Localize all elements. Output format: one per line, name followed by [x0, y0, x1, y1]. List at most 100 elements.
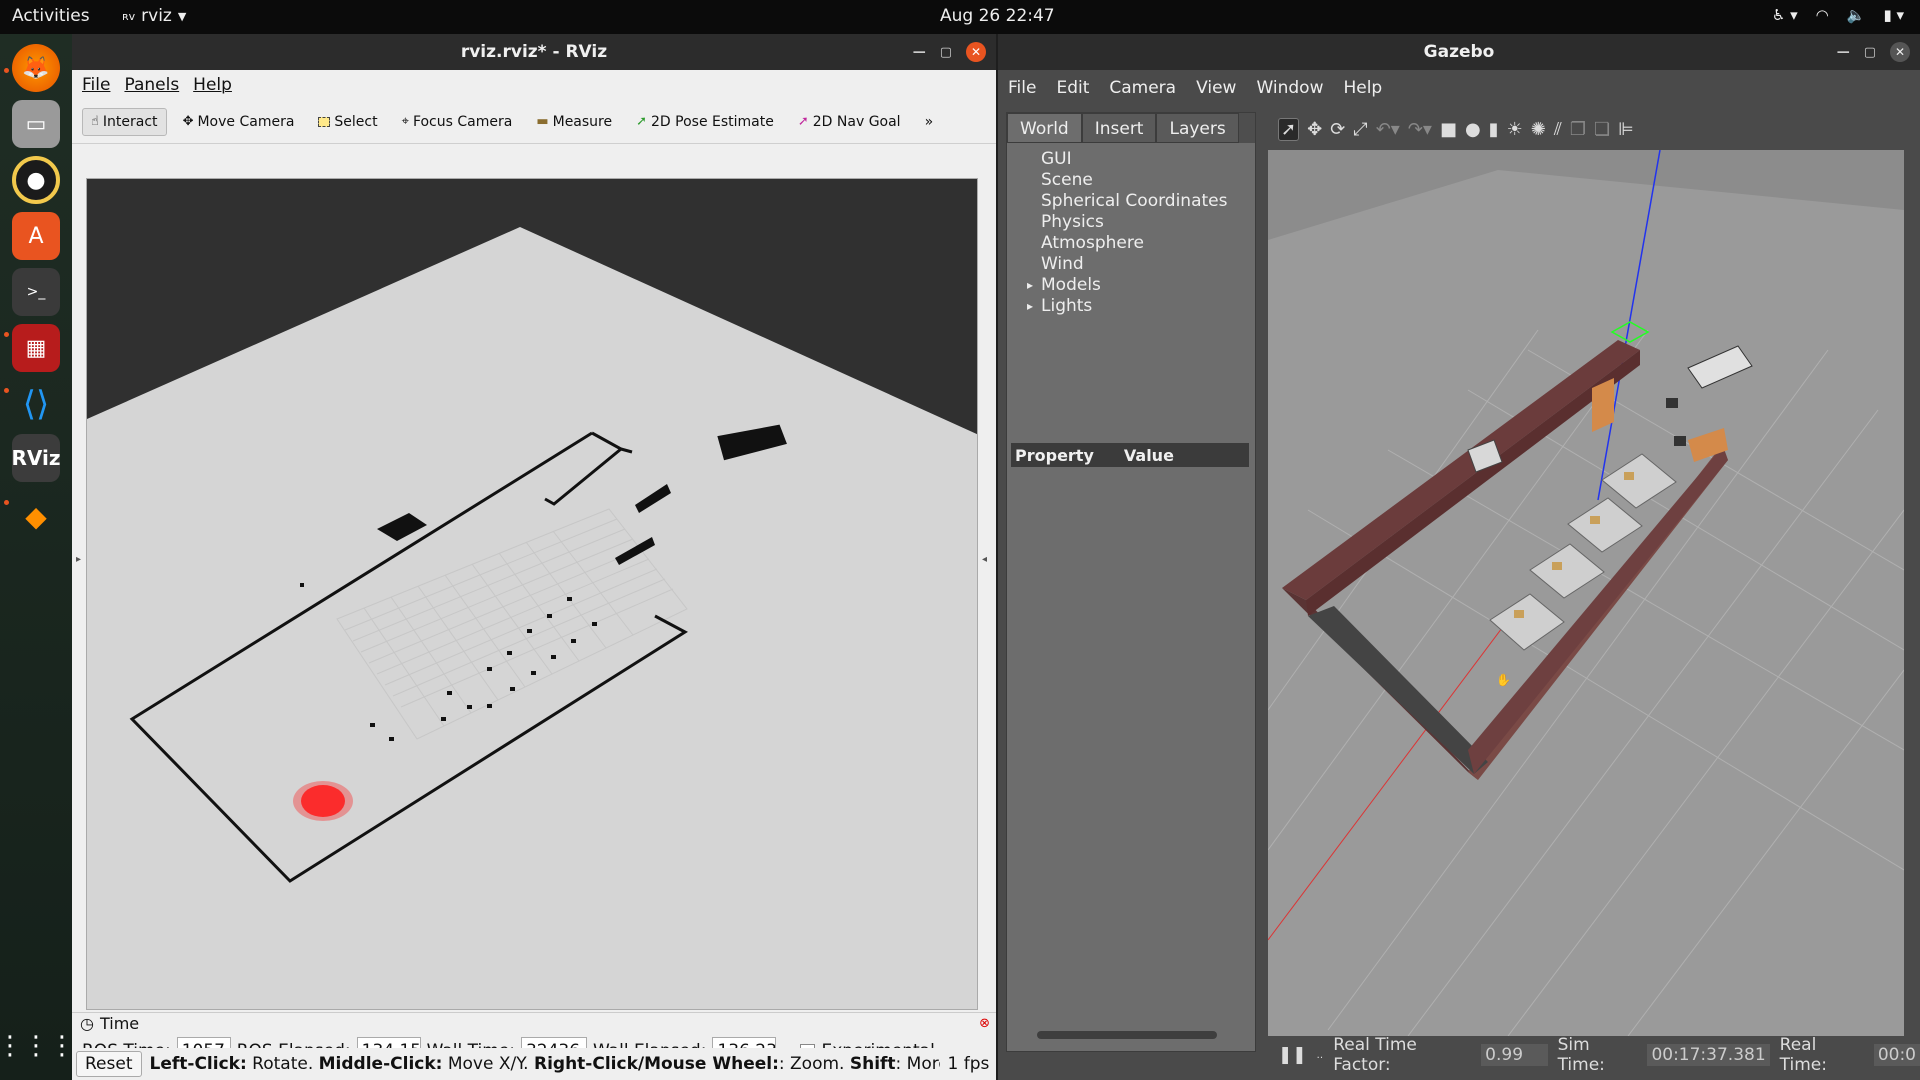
running-indicator	[4, 500, 9, 505]
gazebo-3d-view[interactable]: ✋	[1268, 150, 1904, 1036]
real-time-value: 00:0	[1873, 1044, 1920, 1066]
tree-item-spherical[interactable]: Spherical Coordinates	[1041, 191, 1255, 212]
terminal-icon[interactable]: >_	[12, 268, 60, 316]
redo-icon[interactable]: ↷▾	[1408, 119, 1432, 140]
cylinder-shape-icon[interactable]: ▮	[1489, 119, 1499, 140]
gazebo-window: Gazebo — ▢ ✕ File Edit Camera View Windo…	[998, 34, 1920, 1080]
right-dock-arrow-icon[interactable]: ◂	[982, 554, 987, 565]
gazebo-tabs: World Insert Layers	[1007, 113, 1255, 143]
hand-icon: ☝	[91, 114, 99, 129]
left-panel-scrollbar[interactable]	[1037, 1031, 1217, 1039]
menu-file[interactable]: File	[82, 75, 110, 95]
close-panel-icon[interactable]: ⊗	[979, 1016, 990, 1031]
time-panel-title: Time	[99, 1014, 140, 1033]
measure-label: Measure	[552, 113, 613, 130]
paste-icon[interactable]: ❏	[1594, 119, 1610, 140]
minimize-icon[interactable]: —	[1837, 45, 1850, 60]
focus-camera-tool-button[interactable]: ⌖ Focus Camera	[394, 109, 521, 135]
vscode-icon[interactable]: ⟨⟩	[12, 380, 60, 428]
toolbar-overflow-button[interactable]: »	[917, 109, 942, 135]
scale-mode-icon[interactable]: ⤢	[1353, 119, 1367, 140]
world-tree: GUI Scene Spherical Coordinates Physics …	[1007, 143, 1255, 317]
left-dock-arrow-icon[interactable]: ▸	[76, 554, 81, 565]
tree-item-gui[interactable]: GUI	[1041, 149, 1255, 170]
move-camera-tool-button[interactable]: ✥ Move Camera	[175, 109, 303, 135]
clock[interactable]: Aug 26 22:47	[940, 6, 1055, 26]
gz-menu-help[interactable]: Help	[1343, 78, 1382, 98]
firefox-icon[interactable]: 🦊	[12, 44, 60, 92]
maximize-icon[interactable]: ▢	[1864, 45, 1876, 60]
gz-menu-file[interactable]: File	[1008, 78, 1036, 98]
measure-tool-button[interactable]: ▬ Measure	[528, 109, 620, 135]
close-icon[interactable]: ✕	[966, 42, 986, 62]
files-icon[interactable]: ▭	[12, 100, 60, 148]
move-camera-label: Move Camera	[197, 113, 295, 130]
directional-light-icon[interactable]: ⫽	[1554, 119, 1562, 140]
point-light-icon[interactable]: ☀	[1507, 119, 1523, 140]
clock-icon: ◷	[80, 1014, 94, 1033]
select-label: Select	[334, 113, 378, 130]
pause-icon[interactable]: ❚❚	[1278, 1045, 1307, 1065]
real-time-label: Real Time:	[1779, 1035, 1827, 1075]
nav-goal-label: 2D Nav Goal	[812, 113, 901, 130]
cursor-icon: ✋	[1496, 673, 1511, 687]
menu-panels[interactable]: Panels	[124, 75, 179, 95]
system-tray[interactable]: ♿ ▾ ◠ 🔈 ▮ ▾	[1772, 6, 1904, 24]
tab-world[interactable]: World	[1007, 113, 1082, 143]
spot-light-icon[interactable]: ✺	[1531, 119, 1546, 140]
gazebo-titlebar[interactable]: Gazebo — ▢ ✕	[998, 34, 1920, 70]
fps-label: 1 fps	[947, 1054, 990, 1074]
activities-button[interactable]: Activities	[12, 6, 90, 26]
rhythmbox-icon[interactable]: ●	[12, 156, 60, 204]
show-apps-icon[interactable]: ⋮⋮⋮	[0, 1022, 75, 1070]
software-center-icon[interactable]: A	[12, 212, 60, 260]
gz-menu-window[interactable]: Window	[1256, 78, 1323, 98]
sphere-shape-icon[interactable]: ●	[1465, 119, 1481, 140]
select-mode-icon[interactable]: ➚	[1278, 117, 1300, 141]
copy-icon[interactable]: ❐	[1570, 119, 1586, 140]
align-icon[interactable]: ⊫	[1618, 119, 1634, 140]
tab-insert[interactable]: Insert	[1081, 113, 1157, 143]
translate-mode-icon[interactable]: ✥	[1307, 119, 1322, 140]
top-bar: Activities ʀᴠ rviz ▼ Aug 26 22:47 ♿ ▾ ◠ …	[0, 0, 1920, 34]
gz-menu-edit[interactable]: Edit	[1056, 78, 1089, 98]
gazebo-app-icon[interactable]: ▦	[12, 324, 60, 372]
dock: 🦊 ▭ ● A >_ ▦ ⟨⟩ RViz ◆ ⋮⋮⋮	[0, 34, 75, 1080]
close-icon[interactable]: ✕	[1890, 42, 1910, 62]
interact-tool-button[interactable]: ☝ Interact	[82, 107, 167, 136]
rotate-mode-icon[interactable]: ⟳	[1330, 119, 1345, 140]
tree-item-physics[interactable]: Physics	[1041, 212, 1255, 233]
undo-icon[interactable]: ↶▾	[1376, 119, 1400, 140]
nav-goal-tool-button[interactable]: ➚ 2D Nav Goal	[790, 109, 909, 135]
chevron-down-icon: ▼	[177, 9, 187, 23]
magenta-arrow-icon: ➚	[797, 114, 809, 129]
tree-item-atmosphere[interactable]: Atmosphere	[1041, 233, 1255, 254]
tree-item-scene[interactable]: Scene	[1041, 170, 1255, 191]
running-indicator	[4, 332, 9, 337]
rviz-scene	[87, 227, 977, 1009]
menu-help[interactable]: Help	[193, 75, 232, 95]
maximize-icon[interactable]: ▢	[940, 45, 952, 60]
gazebo-toolbar: ➚ ✥ ⟳ ⤢ ↶▾ ↷▾ ■ ● ▮ ☀ ✺ ⫽ ❐ ❏ ⊫	[1268, 112, 1920, 146]
select-tool-button[interactable]: Select	[310, 109, 385, 135]
accessibility-icon[interactable]: ♿ ▾	[1772, 6, 1798, 24]
gazebo-dock-icon[interactable]: ◆	[12, 492, 60, 540]
box-shape-icon[interactable]: ■	[1440, 119, 1457, 140]
rtf-value: 0.99	[1481, 1044, 1548, 1066]
app-menu[interactable]: ʀᴠ rviz ▼	[122, 6, 186, 26]
tree-item-models[interactable]: Models	[1041, 275, 1255, 296]
gz-menu-view[interactable]: View	[1196, 78, 1236, 98]
gazebo-left-panel: World Insert Layers GUI Scene Spherical …	[1006, 112, 1256, 1052]
pose-estimate-tool-button[interactable]: ➚ 2D Pose Estimate	[628, 109, 782, 135]
reset-button[interactable]: Reset	[76, 1051, 142, 1077]
tree-item-wind[interactable]: Wind	[1041, 254, 1255, 275]
rviz-titlebar[interactable]: rviz.rviz* - RViz — ▢ ✕	[72, 34, 996, 70]
gz-menu-camera[interactable]: Camera	[1109, 78, 1176, 98]
rviz-3d-view[interactable]	[86, 178, 978, 1010]
tab-layers[interactable]: Layers	[1156, 113, 1239, 143]
tree-item-lights[interactable]: Lights	[1041, 296, 1255, 317]
rviz-window: rviz.rviz* - RViz — ▢ ✕ File Panels Help…	[72, 34, 996, 1080]
step-icon[interactable]: ‥	[1317, 1050, 1324, 1061]
minimize-icon[interactable]: —	[913, 45, 926, 60]
rviz-dock-icon[interactable]: RViz	[11, 434, 61, 482]
